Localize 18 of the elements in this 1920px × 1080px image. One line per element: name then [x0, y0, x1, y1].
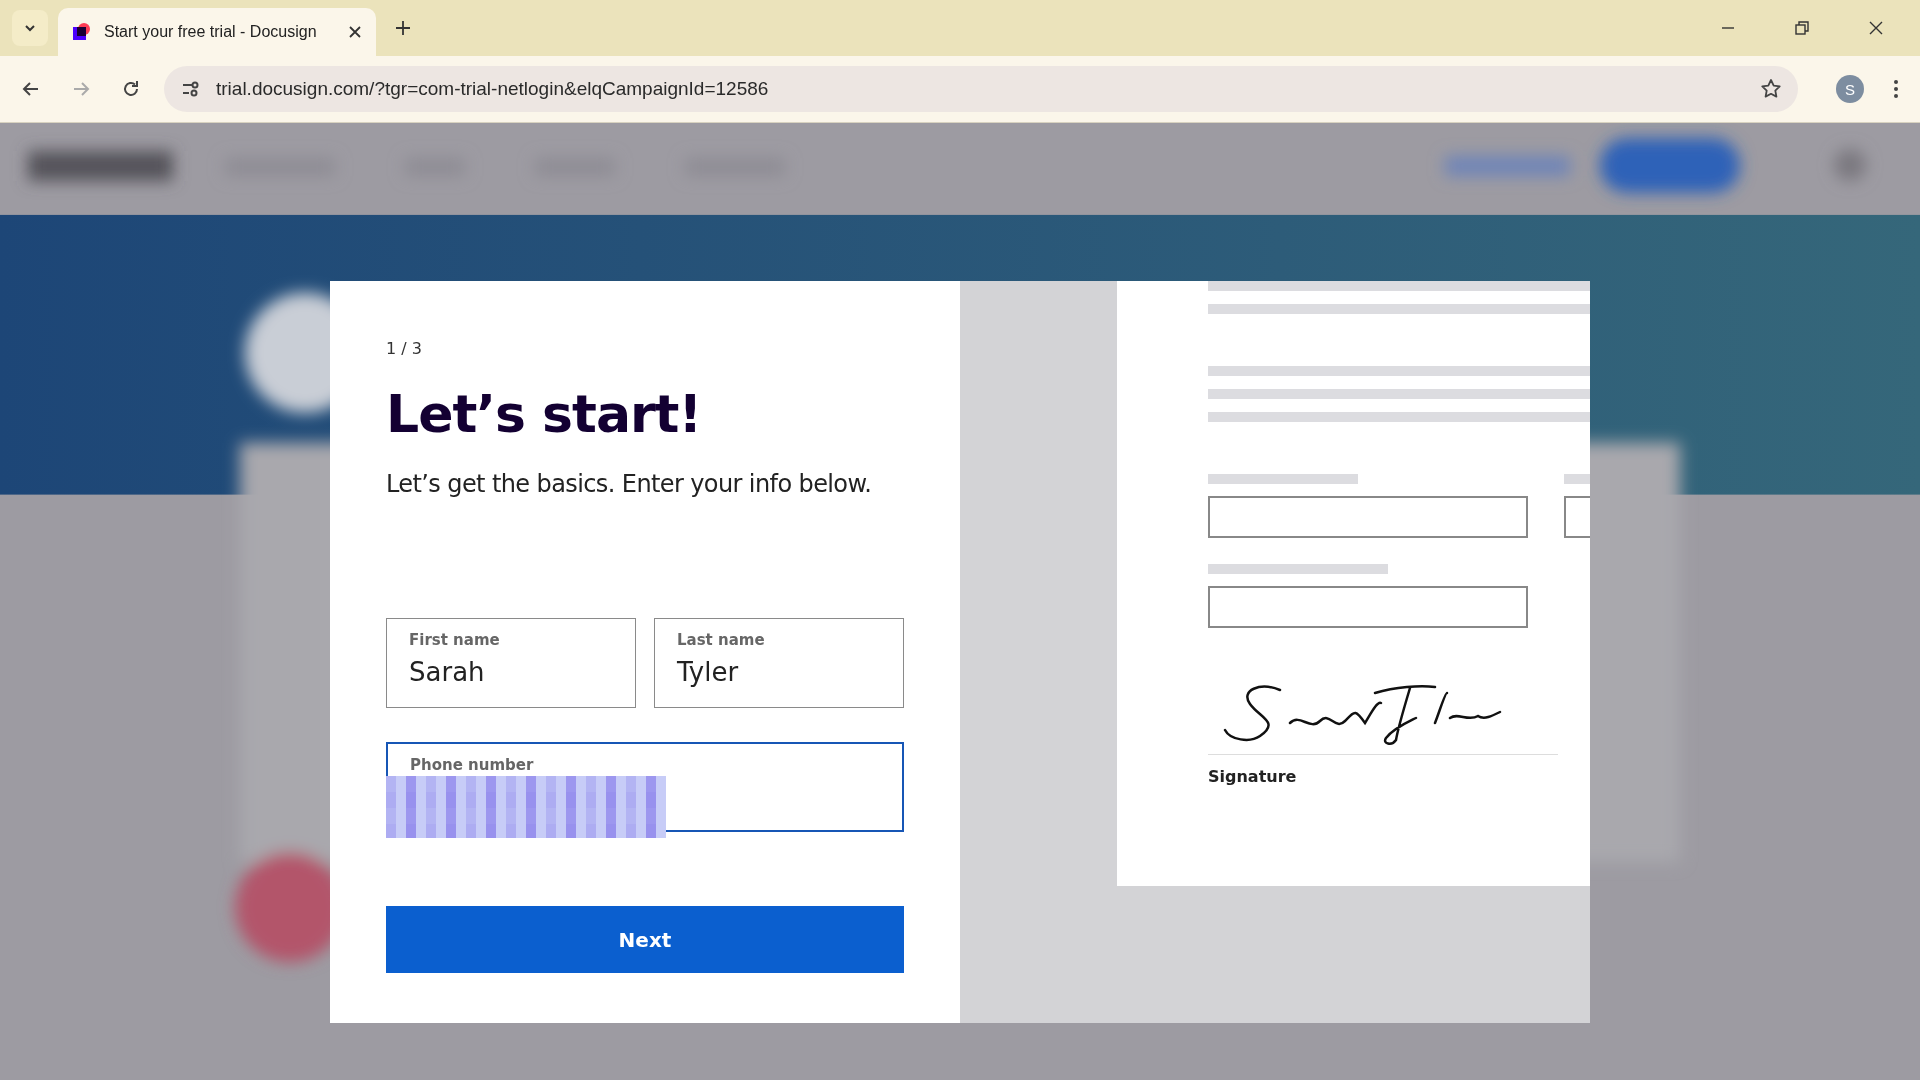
text-field[interactable]: First name Sarah: [386, 618, 636, 708]
close-icon[interactable]: [348, 25, 362, 39]
modal-subtitle: Let’s get the basics. Enter your info below.: [386, 470, 873, 498]
new-tab-icon[interactable]: [394, 19, 412, 37]
step-counter: 1 / 3: [386, 339, 423, 358]
favicon-icon: [72, 22, 92, 42]
signature-label: Signature: [1208, 767, 1298, 786]
address-bar[interactable]: trial.docusign.com/?tgr=com-trial-netlogin&elqCampaignId=12586: [164, 66, 1798, 112]
menu-icon[interactable]: [1892, 78, 1900, 100]
tab-title: Start your free trial - Docusign: [104, 23, 318, 41]
close-icon[interactable]: [1868, 20, 1884, 36]
restore-icon[interactable]: [1794, 20, 1810, 36]
modal-title: Let’s start!: [386, 384, 703, 444]
bookmark-star-icon[interactable]: [1760, 78, 1782, 100]
text-field[interactable]: Last name Tyler: [654, 618, 904, 708]
url-text: trial.docusign.com/?tgr=com-trial-netlogin&elqCampaignId=12586: [216, 78, 769, 100]
next-button[interactable]: Next: [386, 906, 904, 973]
browser-tab[interactable]: Start your free trial - Docusign: [58, 8, 376, 56]
